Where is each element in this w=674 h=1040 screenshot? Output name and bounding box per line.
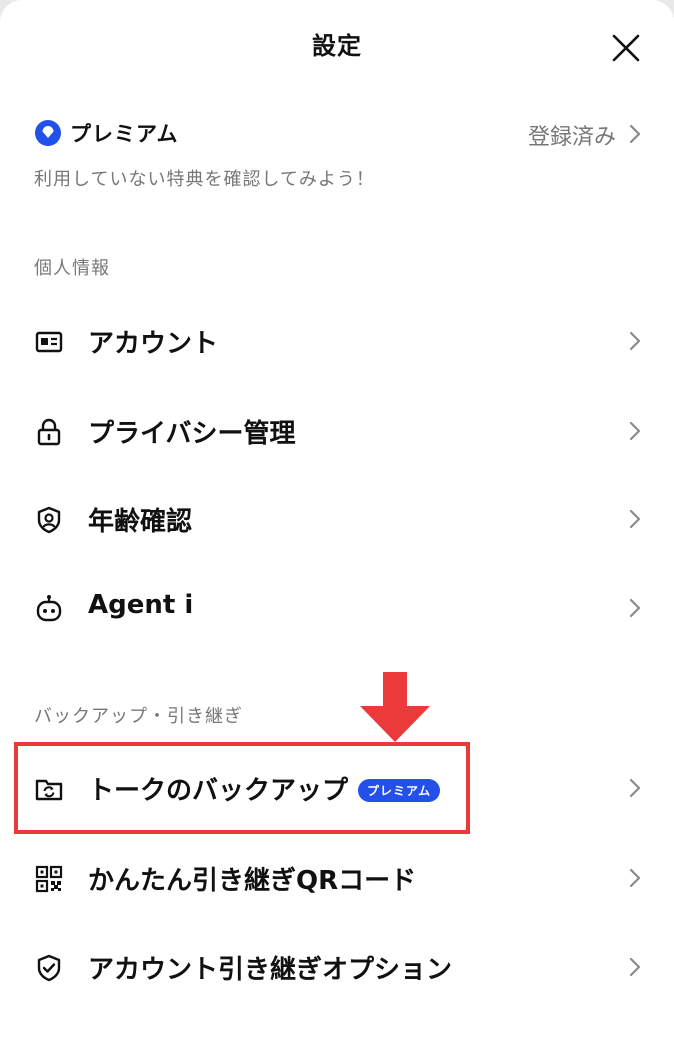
premium-badge: プレミアム: [358, 779, 441, 802]
menu-item-privacy[interactable]: プライバシー管理: [0, 393, 674, 469]
shield-check-icon: [37, 954, 61, 982]
menu-item-label: アカウント引き継ぎオプション: [88, 955, 453, 985]
premium-status: 登録済み: [527, 125, 616, 150]
qr-code-icon: [35, 865, 63, 893]
close-button[interactable]: [606, 28, 646, 68]
shield-person-icon: [37, 506, 61, 534]
chevron-right-icon: [629, 598, 641, 618]
menu-item-label: かんたん引き継ぎQRコード: [88, 866, 417, 896]
page-title: 設定: [312, 32, 362, 60]
menu-item-chat-backup[interactable]: トークのバックアップ プレミアム: [0, 750, 674, 826]
chevron-right-icon: [629, 331, 641, 351]
premium-logo-icon: [35, 120, 61, 146]
chevron-right-icon: [629, 868, 641, 888]
menu-item-account[interactable]: アカウント: [0, 303, 674, 379]
robot-icon: [36, 595, 62, 622]
chevron-right-icon: [629, 509, 641, 529]
menu-item-label: 年齢確認: [88, 507, 193, 537]
menu-item-label: Agent i: [88, 590, 194, 620]
close-icon[interactable]: [606, 28, 646, 68]
menu-item-qr-transfer[interactable]: かんたん引き継ぎQRコード: [0, 840, 674, 916]
chevron-right-icon: [629, 778, 641, 798]
chevron-right-icon: [629, 421, 641, 441]
menu-item-label: アカウント: [88, 329, 219, 359]
menu-item-label: トークのバックアップ: [88, 776, 349, 806]
chevron-right-icon: [629, 124, 641, 144]
section-title-personal-info: 個人情報: [34, 258, 110, 279]
settings-sheet: 設定 プレミアム 登録済み 利用していない特典を確認してみよう！ 個人情報 アカ…: [0, 0, 674, 1040]
menu-item-age-verification[interactable]: 年齢確認: [0, 481, 674, 557]
section-title-backup-transfer: バックアップ・引き継ぎ: [34, 706, 243, 727]
premium-row[interactable]: プレミアム 登録済み 利用していない特典を確認してみよう！: [0, 104, 674, 204]
premium-logo-text: プレミアム: [70, 122, 179, 146]
chevron-right-icon: [629, 957, 641, 977]
premium-subtitle: 利用していない特典を確認してみよう！: [34, 169, 375, 190]
id-card-icon: [35, 331, 63, 353]
menu-item-agent-i[interactable]: Agent i: [0, 570, 674, 646]
menu-item-transfer-options[interactable]: アカウント引き継ぎオプション: [0, 929, 674, 1005]
premium-logo: プレミアム: [34, 119, 179, 147]
menu-item-label: プライバシー管理: [88, 419, 296, 449]
folder-sync-icon: [35, 779, 63, 801]
annotation-arrow-icon: [360, 672, 430, 742]
lock-icon: [37, 418, 61, 446]
menu-item-label-row: トークのバックアップ プレミアム: [88, 770, 441, 807]
